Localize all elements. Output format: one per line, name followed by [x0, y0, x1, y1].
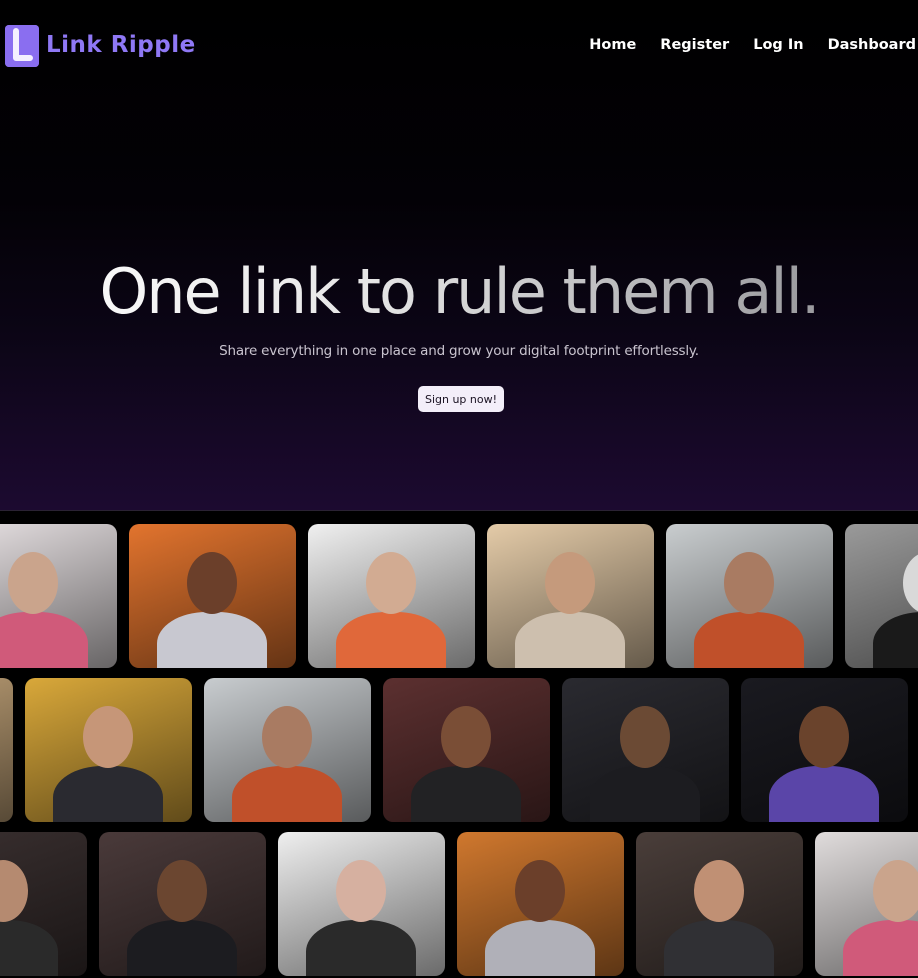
gallery-photo: [487, 524, 654, 668]
gallery-photo: [99, 832, 266, 976]
sign-up-button[interactable]: Sign up now!: [418, 386, 504, 412]
nav-register-link[interactable]: Register: [660, 37, 729, 53]
gallery-photo: [741, 678, 908, 822]
gallery-photo: [562, 678, 729, 822]
gallery-photo: [383, 678, 550, 822]
gallery-row: [0, 832, 918, 978]
nav-home-link[interactable]: Home: [589, 37, 636, 53]
logo-mark-icon: [5, 25, 39, 67]
hero-headline: One link to rule them all.: [0, 254, 918, 330]
gallery-photo: [845, 524, 918, 668]
gallery-photo: [308, 524, 475, 668]
gallery-photo: [815, 832, 918, 976]
gallery-photo: [204, 678, 371, 822]
section-divider: [0, 510, 918, 511]
gallery-photo: [0, 832, 87, 976]
brand-logo[interactable]: Link Ripple: [5, 25, 196, 67]
gallery-photo: [0, 678, 13, 822]
top-nav: Home Register Log In Dashboard: [565, 37, 916, 53]
gallery-photo: [129, 524, 296, 668]
gallery-photo: [457, 832, 624, 976]
gallery-photo: [636, 832, 803, 976]
nav-dashboard-link[interactable]: Dashboard: [828, 37, 916, 53]
gallery-photo: [278, 832, 445, 976]
brand-name: Link Ripple: [46, 32, 196, 58]
gallery-photo: [0, 524, 117, 668]
gallery-photo: [666, 524, 833, 668]
hero-subline: Share everything in one place and grow y…: [219, 343, 699, 359]
gallery-row: [0, 524, 918, 670]
gallery-photo: [25, 678, 192, 822]
nav-login-link[interactable]: Log In: [753, 37, 803, 53]
gallery-row: [0, 678, 918, 824]
